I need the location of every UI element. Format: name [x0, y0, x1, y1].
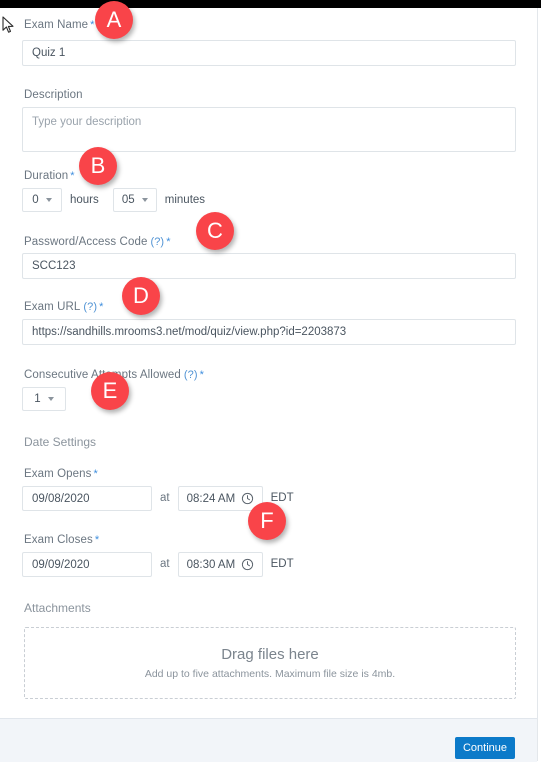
- duration-hours-select[interactable]: 0: [22, 188, 62, 212]
- exam-name-label: Exam Name *: [24, 18, 95, 32]
- clock-icon[interactable]: [241, 492, 254, 505]
- field-exam-url: Exam URL (?) *: [24, 300, 104, 314]
- dropzone-title: Drag files here: [221, 646, 319, 663]
- field-duration: Duration *: [24, 169, 75, 183]
- required-asterisk: *: [166, 236, 171, 248]
- attempts-select[interactable]: 1: [22, 387, 66, 411]
- help-icon[interactable]: (?): [184, 369, 198, 381]
- exam-closes-label: Exam Closes *: [24, 533, 99, 547]
- chevron-down-icon: [47, 397, 54, 401]
- annotation-badge-e: E: [91, 372, 129, 410]
- password-label-text: Password/Access Code: [24, 236, 148, 248]
- field-exam-name: Exam Name *: [24, 18, 95, 32]
- continue-button[interactable]: Continue: [455, 737, 515, 759]
- attachments-dropzone[interactable]: Drag files here Add up to five attachmen…: [24, 627, 516, 699]
- exam-closes-date-input[interactable]: [22, 552, 152, 577]
- duration-hours-value: 0: [32, 194, 39, 206]
- password-input[interactable]: [22, 253, 516, 279]
- exam-url-label-text: Exam URL: [24, 301, 81, 313]
- exam-closes-controls: at EDT: [22, 552, 294, 577]
- exam-url-input[interactable]: [22, 319, 516, 345]
- exam-closes-label-text: Exam Closes: [24, 534, 93, 546]
- exam-url-label: Exam URL (?) *: [24, 300, 104, 314]
- field-exam-opens: Exam Opens *: [24, 467, 98, 481]
- duration-minutes-select[interactable]: 05: [112, 188, 157, 212]
- exam-closes-timezone: EDT: [270, 558, 294, 570]
- help-icon[interactable]: (?): [83, 301, 97, 313]
- required-asterisk: *: [90, 19, 95, 31]
- exam-opens-date-input[interactable]: [22, 486, 152, 511]
- exam-closes-time-field[interactable]: [177, 552, 263, 577]
- required-asterisk: *: [199, 369, 204, 381]
- exam-form: Exam Name* Description Duration* 0 hours…: [0, 8, 537, 718]
- exam-opens-label: Exam Opens *: [24, 467, 98, 481]
- annotation-badge-a: A: [95, 1, 133, 39]
- password-label: Password/Access Code (?) *: [24, 235, 171, 249]
- dropzone-subtitle: Add up to five attachments. Maximum file…: [144, 668, 396, 680]
- description-label: Description: [24, 89, 83, 101]
- form-footer: Continue: [0, 718, 537, 762]
- duration-minutes-unit: minutes: [164, 194, 206, 206]
- exam-closes-at-label: at: [160, 558, 170, 570]
- chevron-down-icon: [45, 198, 52, 202]
- field-description: Description: [24, 88, 83, 102]
- duration-hours-unit: hours: [70, 194, 99, 206]
- annotation-badge-b: B: [79, 147, 117, 185]
- annotation-badge-c: C: [196, 212, 234, 250]
- window-top-bar: [0, 0, 541, 8]
- clock-icon[interactable]: [241, 558, 254, 571]
- required-asterisk: *: [94, 534, 100, 546]
- field-password: Password/Access Code (?) *: [24, 235, 171, 249]
- attachments-label: Attachments: [24, 601, 91, 615]
- annotation-badge-f: F: [248, 502, 286, 540]
- duration-controls: 0 hours 05 minutes: [22, 188, 205, 212]
- duration-label-text: Duration: [24, 170, 69, 182]
- attempts-value: 1: [34, 393, 41, 405]
- exam-opens-label-text: Exam Opens: [24, 468, 92, 480]
- description-textarea[interactable]: [22, 107, 516, 152]
- chevron-down-icon: [141, 198, 148, 202]
- help-icon[interactable]: (?): [150, 236, 164, 248]
- date-settings-section-title: Date Settings: [24, 435, 97, 449]
- exam-opens-time-input[interactable]: [186, 492, 241, 505]
- field-exam-closes: Exam Closes *: [24, 533, 99, 547]
- duration-label: Duration *: [24, 169, 75, 183]
- exam-closes-time-input[interactable]: [186, 558, 241, 571]
- annotation-badge-d: D: [122, 277, 160, 315]
- exam-opens-time-field[interactable]: [177, 486, 263, 511]
- required-asterisk: *: [93, 468, 98, 480]
- required-asterisk: *: [99, 301, 104, 313]
- exam-name-input[interactable]: [22, 40, 516, 66]
- exam-setup-screen: Exam Name* Description Duration* 0 hours…: [0, 0, 541, 762]
- exam-name-label-text: Exam Name: [24, 19, 89, 31]
- required-asterisk: *: [70, 170, 75, 182]
- duration-minutes-value: 05: [121, 194, 135, 206]
- exam-opens-at-label: at: [160, 492, 170, 504]
- panel-right-divider: [537, 8, 538, 761]
